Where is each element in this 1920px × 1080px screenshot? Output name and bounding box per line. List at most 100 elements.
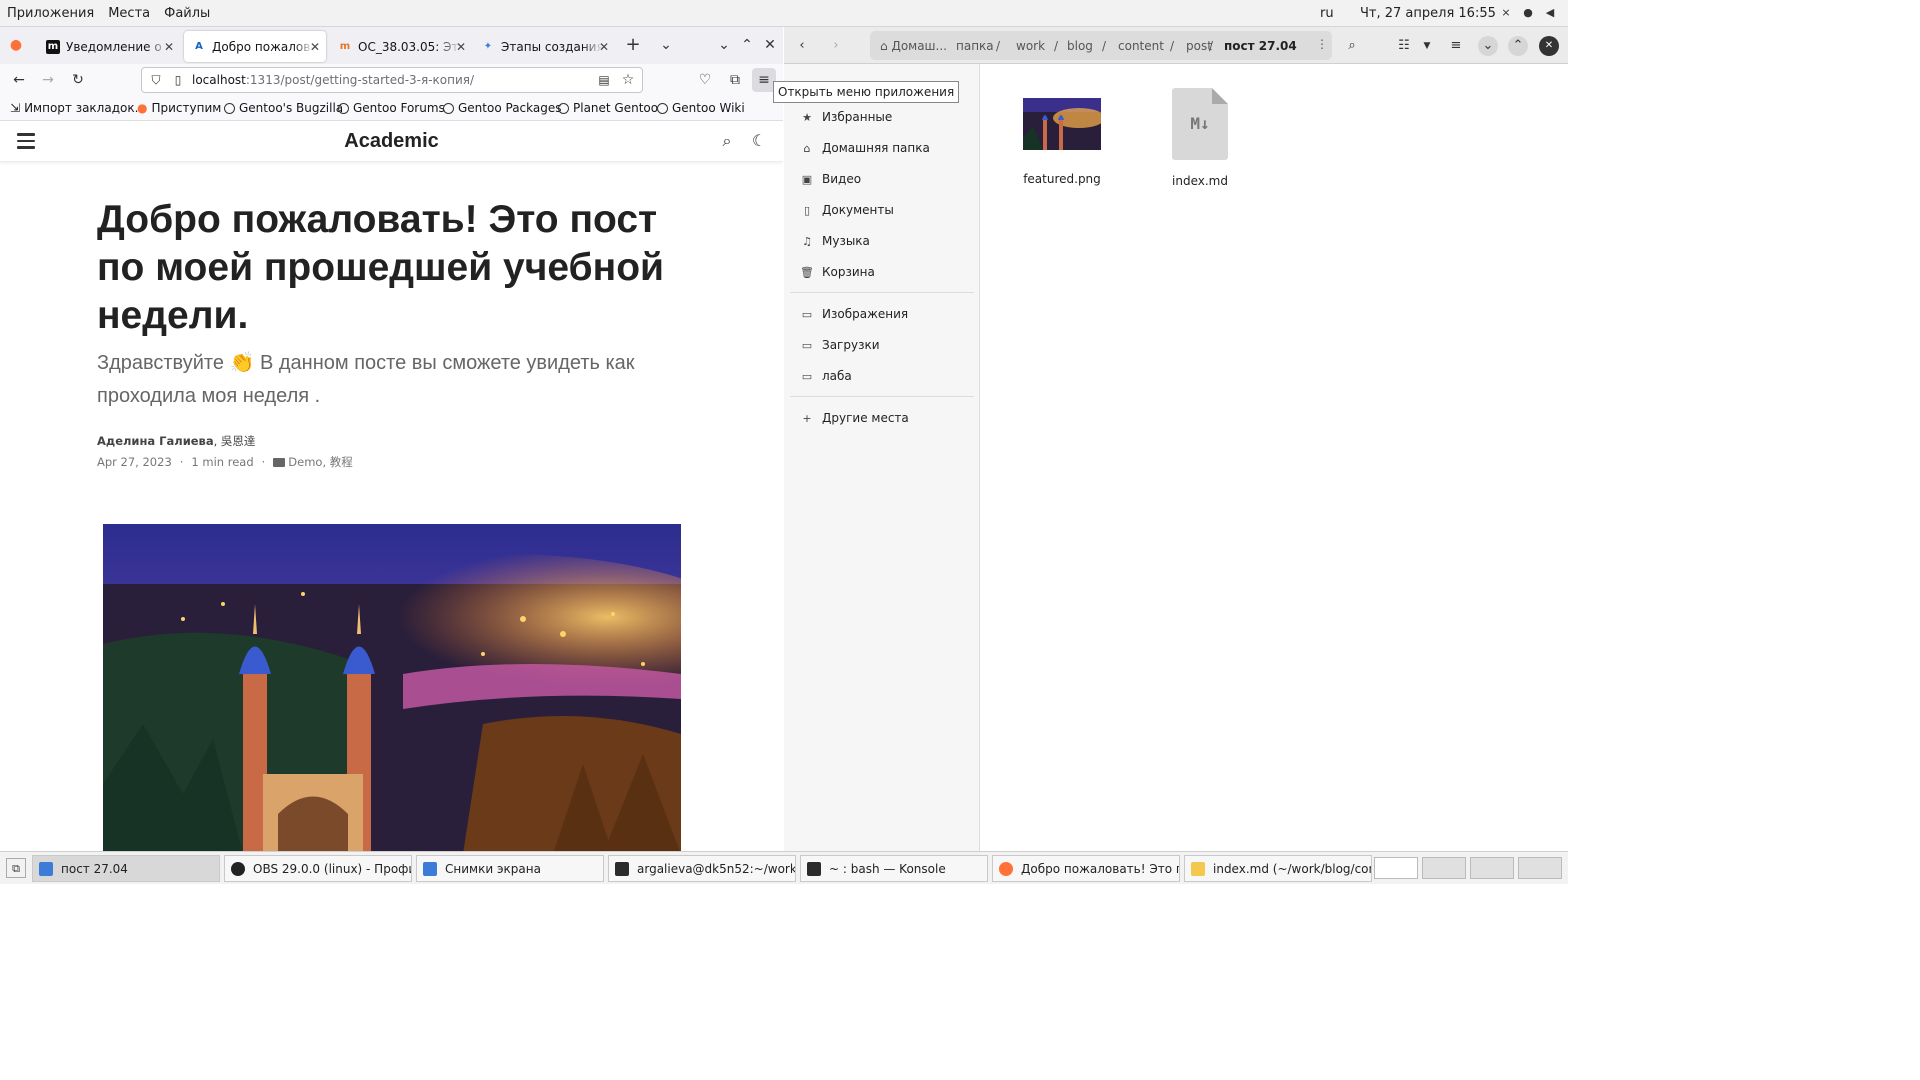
globe-icon xyxy=(443,102,454,114)
bookmark-gentoo-wiki[interactable]: Gentoo Wiki xyxy=(657,101,745,115)
sidebar-item-music[interactable]: ♫ Музыка xyxy=(800,234,870,248)
tab-os-course[interactable]: m ОС_38.03.05: Этап ✕ xyxy=(330,31,472,62)
minimize-icon[interactable]: ⌄ xyxy=(714,35,734,55)
crumb-current[interactable]: пост 27.04 xyxy=(1224,39,1297,53)
file-item-featured[interactable]: featured.png xyxy=(1020,98,1104,186)
menu-applications[interactable]: Приложения xyxy=(0,6,101,21)
bookmark-get-started[interactable]: ● Приступим xyxy=(137,101,221,115)
bookmark-star-icon[interactable]: ☆ xyxy=(618,70,638,90)
search-icon[interactable]: ⌕ xyxy=(1342,36,1362,56)
tab-favicon-icon: A xyxy=(195,40,203,52)
tab-close-icon[interactable]: ✕ xyxy=(456,40,466,54)
sidebar-item-trash[interactable]: 🗑 Корзина xyxy=(800,265,875,279)
pocket-icon[interactable]: ♡ xyxy=(695,70,715,90)
workspace-1[interactable] xyxy=(1374,857,1418,879)
view-dropdown-icon[interactable]: ▼ xyxy=(1417,36,1437,56)
show-desktop-icon[interactable]: ⧉ xyxy=(6,858,26,878)
close-icon[interactable]: ✕ xyxy=(1539,36,1559,56)
maximize-icon[interactable]: ⌃ xyxy=(1508,36,1528,56)
shield-icon[interactable]: ⛉ xyxy=(146,70,166,90)
list-tabs-icon[interactable]: ⌄ xyxy=(656,35,676,55)
url-bar[interactable]: ⛉ ▯ localhost:1313/post/getting-started-… xyxy=(141,67,643,93)
microphone-icon[interactable]: ● xyxy=(1522,7,1534,19)
path-menu-icon[interactable]: ⋮ xyxy=(1316,37,1328,51)
sidebar-separator xyxy=(790,396,974,397)
task-firefox[interactable]: Добро пожаловать! Это пос... xyxy=(992,855,1180,882)
files-app-icon xyxy=(423,861,437,876)
clock[interactable]: Чт, 27 апреля 16:55 xyxy=(1360,6,1496,21)
navigation-bar: ← → ↻ ⛉ ▯ localhost:1313/post/getting-st… xyxy=(0,64,783,96)
sidebar-item-other-locations[interactable]: + Другие места xyxy=(800,411,908,425)
bookmarks-toolbar: ⇲ Импорт закладок... ● Приступим Gentoo's … xyxy=(0,96,783,121)
keyboard-layout-indicator[interactable]: ru xyxy=(1320,6,1334,21)
back-icon[interactable]: ‹ xyxy=(792,36,812,56)
tab-close-icon[interactable]: ✕ xyxy=(599,40,609,54)
crumb-home[interactable]: ⌂ Домаш... xyxy=(880,39,947,53)
file-item-index-md[interactable]: M↓ index.md xyxy=(1168,88,1232,188)
tab-close-icon[interactable]: ✕ xyxy=(164,40,174,54)
maximize-icon[interactable]: ⌃ xyxy=(737,35,757,55)
forward-icon[interactable]: › xyxy=(826,36,846,56)
sidebar-item-pictures[interactable]: ▭ Изображения xyxy=(800,307,908,321)
crumb-work[interactable]: work xyxy=(1016,39,1045,53)
sidebar-item-starred[interactable]: ★ Избранные xyxy=(800,110,892,124)
bookmark-gentoo-forums[interactable]: Gentoo Forums xyxy=(338,101,445,115)
task-screenshots[interactable]: Снимки экрана xyxy=(416,855,604,882)
menu-files[interactable]: Файлы xyxy=(157,6,217,21)
new-tab-icon[interactable]: + xyxy=(623,35,643,55)
task-terminal[interactable]: argalieva@dk5n52:~/work/bl... xyxy=(608,855,796,882)
bookmark-planet-gentoo[interactable]: Planet Gentoo xyxy=(558,101,658,115)
post-categories[interactable]: Demo, 教程 xyxy=(288,454,352,470)
coauthor[interactable]: , 吳恩達 xyxy=(214,434,256,448)
obs-app-icon xyxy=(231,861,245,876)
bookmark-gentoo-packages[interactable]: Gentoo Packages xyxy=(443,101,561,115)
sidebar-item-laba[interactable]: ▭ лаба xyxy=(800,369,852,383)
task-files[interactable]: пост 27.04 xyxy=(32,855,220,882)
workspace-4[interactable] xyxy=(1518,857,1562,879)
path-bar: ⌂ Домаш... папка / work / blog / content… xyxy=(870,31,1332,60)
tab-welcome[interactable]: A Добро пожаловать ✕ xyxy=(184,31,326,62)
site-brand[interactable]: Academic xyxy=(0,130,783,153)
reload-icon[interactable]: ↻ xyxy=(68,70,88,90)
site-header: Academic ⌕ ☾ xyxy=(0,121,783,162)
task-konsole[interactable]: ~ : bash — Konsole xyxy=(800,855,988,882)
volume-icon[interactable]: ◀ xyxy=(1544,7,1556,19)
main-menu-icon[interactable]: ≡ xyxy=(1446,36,1466,56)
tab-notification[interactable]: m Уведомление о ко ✕ xyxy=(38,31,180,62)
minimize-icon[interactable]: ⌄ xyxy=(1478,36,1498,56)
sidebar-item-videos[interactable]: ▣ Видео xyxy=(800,172,861,186)
menu-places[interactable]: Места xyxy=(101,6,157,21)
konsole-app-icon xyxy=(807,861,821,876)
crumb-blog[interactable]: blog xyxy=(1067,39,1093,53)
forward-icon[interactable]: → xyxy=(38,70,58,90)
bookmark-gentoo-bugzilla[interactable]: Gentoo's Bugzilla xyxy=(224,101,343,115)
sidebar-item-home[interactable]: ⌂ Домашняя папка xyxy=(800,141,930,155)
dark-mode-moon-icon[interactable]: ☾ xyxy=(749,131,769,151)
globe-icon xyxy=(558,102,569,114)
search-icon[interactable]: ⌕ xyxy=(717,131,737,151)
back-icon[interactable]: ← xyxy=(9,70,29,90)
firefox-view-icon[interactable]: ● xyxy=(6,35,26,55)
task-editor[interactable]: index.md (~/work/blog/cont... xyxy=(1184,855,1372,882)
extensions-icon[interactable]: ⧉ xyxy=(725,70,745,90)
workspace-2[interactable] xyxy=(1422,857,1466,879)
workspace-3[interactable] xyxy=(1470,857,1514,879)
bookmark-import[interactable]: ⇲ Импорт закладок... xyxy=(10,101,146,115)
reader-view-icon[interactable]: ▤ xyxy=(594,70,614,90)
document-icon: ▯ xyxy=(803,203,811,217)
tab-stages[interactable]: ✦ Этапы создания пр ✕ xyxy=(473,31,615,62)
sidebar-item-downloads[interactable]: ▭ Загрузки xyxy=(800,338,880,352)
page-info-icon[interactable]: ▯ xyxy=(168,70,188,90)
author-link[interactable]: Аделина Галиева xyxy=(97,434,214,448)
sidebar-item-documents[interactable]: ▯ Документы xyxy=(800,203,894,217)
crumb-content[interactable]: content xyxy=(1118,39,1164,53)
crumb-folder[interactable]: папка xyxy=(956,39,994,53)
tab-close-icon[interactable]: ✕ xyxy=(310,40,320,54)
view-options-icon[interactable]: ☷ xyxy=(1394,36,1414,56)
files-app-icon xyxy=(39,861,53,876)
tab-favicon-icon: m xyxy=(339,40,351,52)
network-off-icon[interactable]: ⨯ xyxy=(1500,7,1512,19)
close-window-icon[interactable]: ✕ xyxy=(760,35,780,55)
task-obs[interactable]: OBS 29.0.0 (linux) - Профил... xyxy=(224,855,412,882)
terminal-app-icon xyxy=(615,861,629,876)
